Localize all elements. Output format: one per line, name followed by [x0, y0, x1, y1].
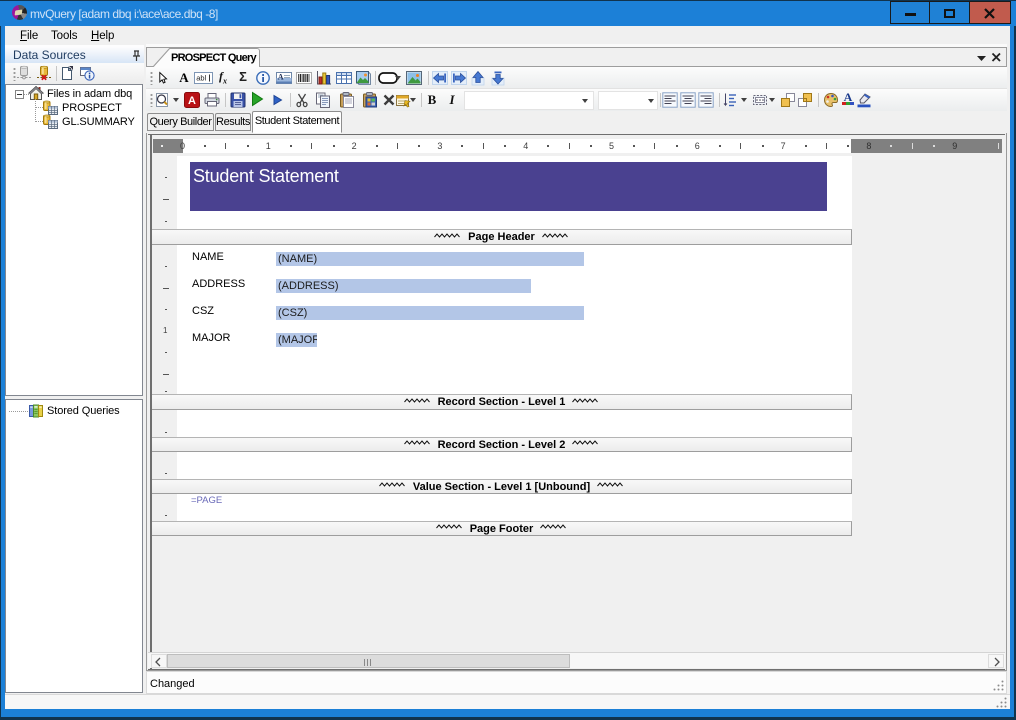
svg-text:abl: abl [196, 74, 206, 83]
svg-text:A: A [188, 95, 196, 107]
svg-text:A: A [278, 73, 284, 82]
